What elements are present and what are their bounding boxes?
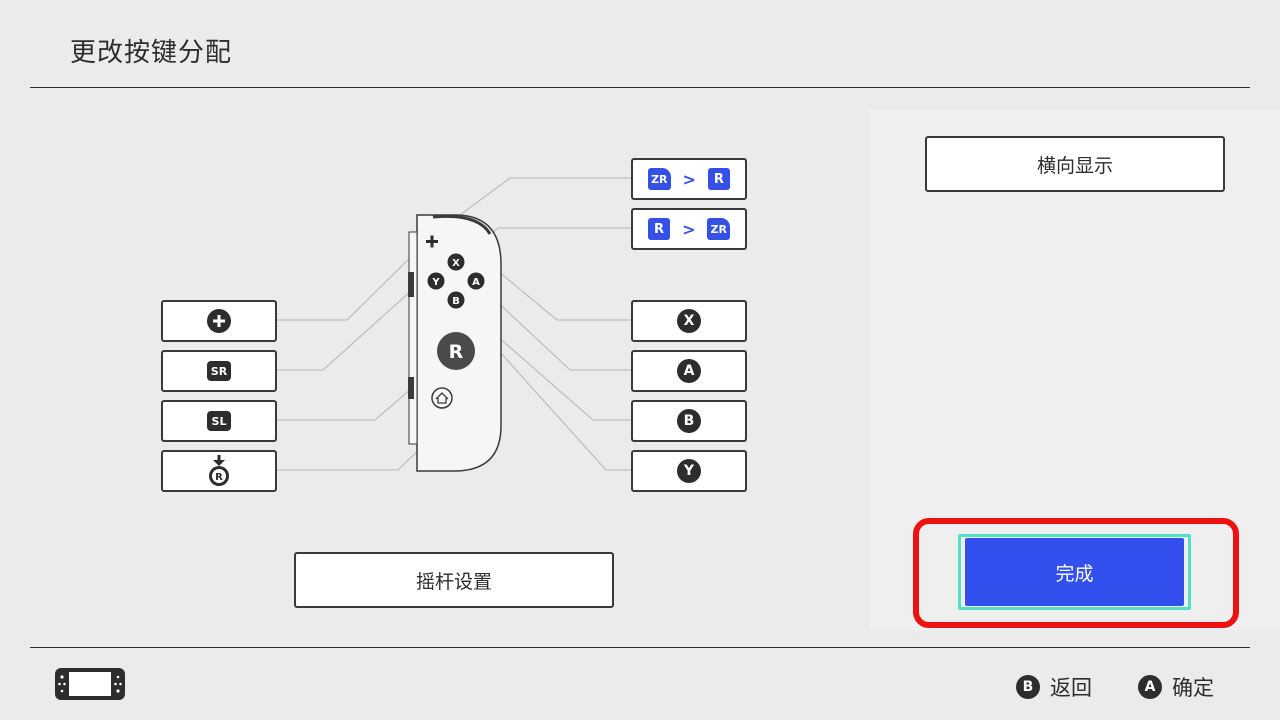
sl-button-icon: SL	[207, 411, 231, 431]
connector-r	[489, 227, 631, 236]
mapping-stick-press[interactable]: R	[161, 450, 277, 492]
mapping-y[interactable]: Y	[631, 450, 747, 492]
svg-text:B: B	[452, 296, 460, 307]
connector-plus	[277, 243, 425, 321]
svg-text:R: R	[449, 341, 464, 363]
r-button-icon: R	[648, 218, 671, 240]
done-label: 完成	[1055, 562, 1094, 585]
mapping-sr[interactable]: SR	[161, 350, 277, 392]
arrow-icon: >	[682, 219, 696, 239]
footer-confirm-hint[interactable]: A 确定	[1138, 672, 1214, 702]
joycon-x-button: X	[447, 253, 465, 271]
joycon-y-button: Y	[427, 272, 445, 290]
plus-button-icon	[207, 309, 231, 333]
home-icon	[431, 387, 453, 409]
connector-sl	[277, 387, 413, 421]
joycon-body	[408, 214, 502, 472]
svg-text:A: A	[472, 277, 480, 288]
zr-button-icon: ZR	[648, 168, 671, 190]
connector-sr	[277, 289, 413, 371]
a-button-icon: A	[1138, 675, 1162, 699]
mapping-x[interactable]: X	[631, 300, 747, 342]
landscape-display-button[interactable]: 横向显示	[925, 136, 1225, 192]
handheld-console-icon	[55, 668, 125, 700]
stick-settings-label: 摇杆设置	[415, 570, 492, 593]
connector-a	[475, 281, 631, 371]
stick-settings-button[interactable]: 摇杆设置	[294, 552, 614, 608]
x-button-icon: X	[677, 309, 701, 333]
confirm-label: 确定	[1172, 676, 1214, 700]
joycon-stick: R	[437, 332, 475, 370]
mapping-r-to-zr[interactable]: R > ZR	[631, 208, 747, 250]
arrow-icon: >	[682, 169, 696, 189]
mapping-a[interactable]: A	[631, 350, 747, 392]
header-divider	[30, 87, 1250, 88]
mapping-plus[interactable]: +	[161, 300, 277, 342]
svg-text:R: R	[215, 472, 223, 483]
connector-b	[455, 299, 631, 421]
r-button-icon: R	[707, 168, 730, 190]
svg-text:Y: Y	[431, 277, 440, 288]
connector-x	[456, 261, 631, 321]
b-button-icon: B	[677, 409, 701, 433]
joycon-a-button: A	[467, 272, 485, 290]
footer-back-hint[interactable]: B 返回	[1016, 672, 1092, 702]
a-button-icon: A	[677, 359, 701, 383]
connector-stick-press	[277, 412, 458, 471]
page-title: 更改按键分配	[70, 38, 233, 68]
mapping-zr-to-r[interactable]: ZR > R	[631, 158, 747, 200]
y-button-icon: Y	[677, 459, 701, 483]
svg-text:X: X	[452, 258, 460, 269]
zr-button-icon: ZR	[707, 218, 730, 240]
stick-press-icon: R	[209, 455, 229, 486]
done-button[interactable]: 完成	[965, 538, 1184, 606]
landscape-display-label: 横向显示	[1036, 154, 1113, 177]
connector-zr	[455, 177, 631, 219]
joycon-plus-button	[426, 235, 438, 248]
joycon-b-button: B	[447, 291, 465, 309]
mapping-sl[interactable]: SL	[161, 400, 277, 442]
mapping-b[interactable]: B	[631, 400, 747, 442]
b-button-icon: B	[1016, 675, 1040, 699]
connector-y	[435, 280, 631, 471]
footer-divider	[30, 647, 1250, 648]
back-label: 返回	[1050, 676, 1092, 700]
sr-button-icon: SR	[207, 361, 231, 381]
